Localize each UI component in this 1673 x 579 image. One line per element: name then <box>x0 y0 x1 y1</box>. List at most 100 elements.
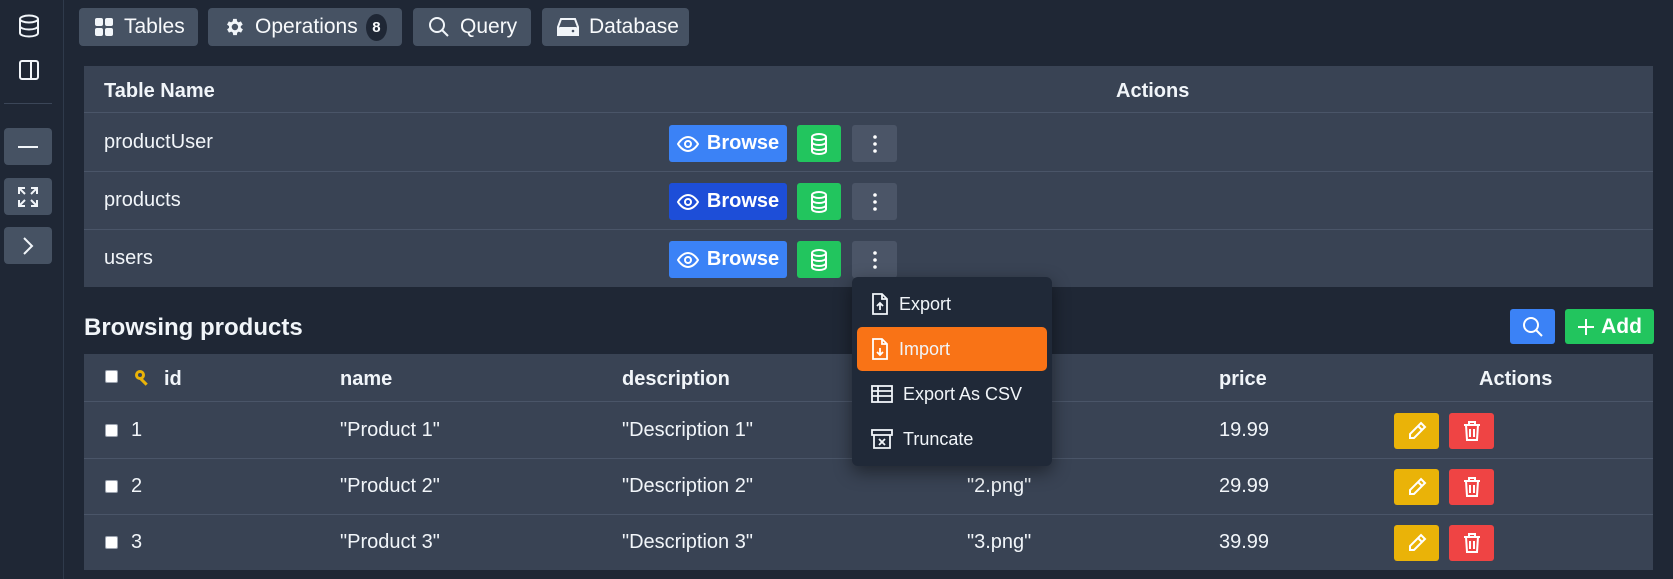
database-button[interactable] <box>797 183 841 220</box>
tables-panel: Table Name Actions productUser Browse pr… <box>84 66 1653 287</box>
row-checkbox[interactable] <box>105 536 118 549</box>
browse-label: Browse <box>706 248 780 270</box>
edit-button[interactable] <box>1394 525 1439 561</box>
cell-id: 2 <box>131 475 143 497</box>
table-options-dropdown: Export Import Export As CSV Truncate <box>852 277 1052 466</box>
table-name: users <box>104 247 153 269</box>
row-checkbox[interactable] <box>105 480 118 493</box>
column-header-actions: Actions <box>1479 368 1553 390</box>
delete-button[interactable] <box>1449 413 1494 449</box>
tab-label: Tables <box>124 15 185 38</box>
cell-id: 3 <box>131 531 143 553</box>
cell-price: 19.99 <box>1219 419 1270 441</box>
column-header-name[interactable]: name <box>340 368 392 391</box>
table-name: productUser <box>104 131 213 153</box>
cell-price: 39.99 <box>1219 531 1270 553</box>
browsing-title: Browsing products <box>84 314 303 341</box>
browse-label: Browse <box>706 190 780 212</box>
expand-button[interactable] <box>4 178 52 215</box>
server-icon <box>557 18 579 36</box>
tab-database[interactable]: Database <box>542 8 689 46</box>
kebab-menu-icon <box>872 134 877 153</box>
tables-header: Table Name Actions <box>84 66 1653 113</box>
eye-icon <box>676 193 699 210</box>
menu-item-truncate[interactable]: Truncate <box>857 417 1047 461</box>
database-button[interactable] <box>797 125 841 162</box>
edit-button[interactable] <box>1394 413 1439 449</box>
add-label: Add <box>1601 314 1642 338</box>
browse-label: Browse <box>706 132 780 154</box>
tab-tables[interactable]: Tables <box>79 8 198 46</box>
more-options-button[interactable] <box>852 125 897 162</box>
plus-icon <box>1578 318 1595 335</box>
database-icon <box>811 132 827 155</box>
delete-button[interactable] <box>1449 469 1494 505</box>
browse-button[interactable]: Browse <box>669 125 787 162</box>
row-checkbox[interactable] <box>105 424 118 437</box>
cell-id: 1 <box>131 419 143 441</box>
operations-count-badge: 8 <box>365 13 387 41</box>
sidebar-divider <box>4 103 52 104</box>
trash-icon <box>1463 477 1480 497</box>
pencil-icon <box>1408 533 1426 551</box>
menu-item-label: Import <box>899 338 951 359</box>
column-header-actions: Actions <box>1116 80 1190 102</box>
cell-name: "Product 3" <box>340 531 440 553</box>
edit-button[interactable] <box>1394 469 1439 505</box>
database-button[interactable] <box>797 241 841 278</box>
column-header-table-name: Table Name <box>104 80 215 102</box>
table-row: products Browse <box>84 172 1653 230</box>
menu-item-label: Export As CSV <box>903 383 1023 404</box>
archive-x-icon <box>871 429 893 449</box>
search-button[interactable] <box>1510 309 1555 344</box>
more-options-button[interactable] <box>852 183 897 220</box>
eye-icon <box>676 251 699 268</box>
tab-label: Database <box>589 15 679 38</box>
column-header-price[interactable]: price <box>1219 368 1267 391</box>
cell-name: "Product 1" <box>340 419 440 441</box>
cell-description: "Description 3" <box>622 531 753 553</box>
grid-icon <box>95 18 113 36</box>
tab-label: Operations <box>255 15 358 38</box>
cell-price: 29.99 <box>1219 475 1270 497</box>
pencil-icon <box>1408 421 1426 439</box>
sidebar <box>0 0 64 579</box>
tab-label: Query <box>460 15 518 38</box>
cell-image: "2.png" <box>967 475 1032 497</box>
kebab-menu-icon <box>872 192 877 211</box>
search-icon <box>1522 316 1543 337</box>
minimize-button[interactable] <box>4 128 52 165</box>
kebab-menu-icon <box>872 250 877 269</box>
menu-item-import[interactable]: Import <box>857 327 1047 371</box>
column-header-description[interactable]: description <box>622 368 730 391</box>
browse-button[interactable]: Browse <box>669 241 787 278</box>
trash-icon <box>1463 421 1480 441</box>
cell-description: "Description 2" <box>622 475 753 497</box>
trash-icon <box>1463 533 1480 553</box>
select-all-checkbox[interactable] <box>105 370 118 383</box>
table-icon <box>871 385 893 403</box>
cell-name: "Product 2" <box>340 475 440 497</box>
file-export-icon <box>872 293 888 315</box>
menu-item-export[interactable]: Export <box>857 282 1047 326</box>
file-import-icon <box>872 338 888 360</box>
more-options-button[interactable] <box>852 241 897 278</box>
database-icon[interactable] <box>14 11 44 41</box>
menu-item-export-csv[interactable]: Export As CSV <box>857 372 1047 416</box>
panel-toggle-icon[interactable] <box>14 55 44 85</box>
next-button[interactable] <box>4 227 52 264</box>
menu-item-label: Export <box>899 293 952 314</box>
tab-query[interactable]: Query <box>413 8 531 46</box>
database-icon <box>811 190 827 213</box>
eye-icon <box>676 135 699 152</box>
table-row: 3 "Product 3" "Description 3" "3.png" 39… <box>84 515 1653 571</box>
table-row: 2 "Product 2" "Description 2" "2.png" 29… <box>84 459 1653 515</box>
pencil-icon <box>1408 477 1426 495</box>
key-icon <box>135 370 148 386</box>
delete-button[interactable] <box>1449 525 1494 561</box>
tab-operations[interactable]: Operations 8 <box>208 8 402 46</box>
column-header-id[interactable]: id <box>164 368 182 391</box>
cell-image: "3.png" <box>967 531 1032 553</box>
browse-button[interactable]: Browse <box>669 183 787 220</box>
add-button[interactable]: Add <box>1565 309 1654 344</box>
